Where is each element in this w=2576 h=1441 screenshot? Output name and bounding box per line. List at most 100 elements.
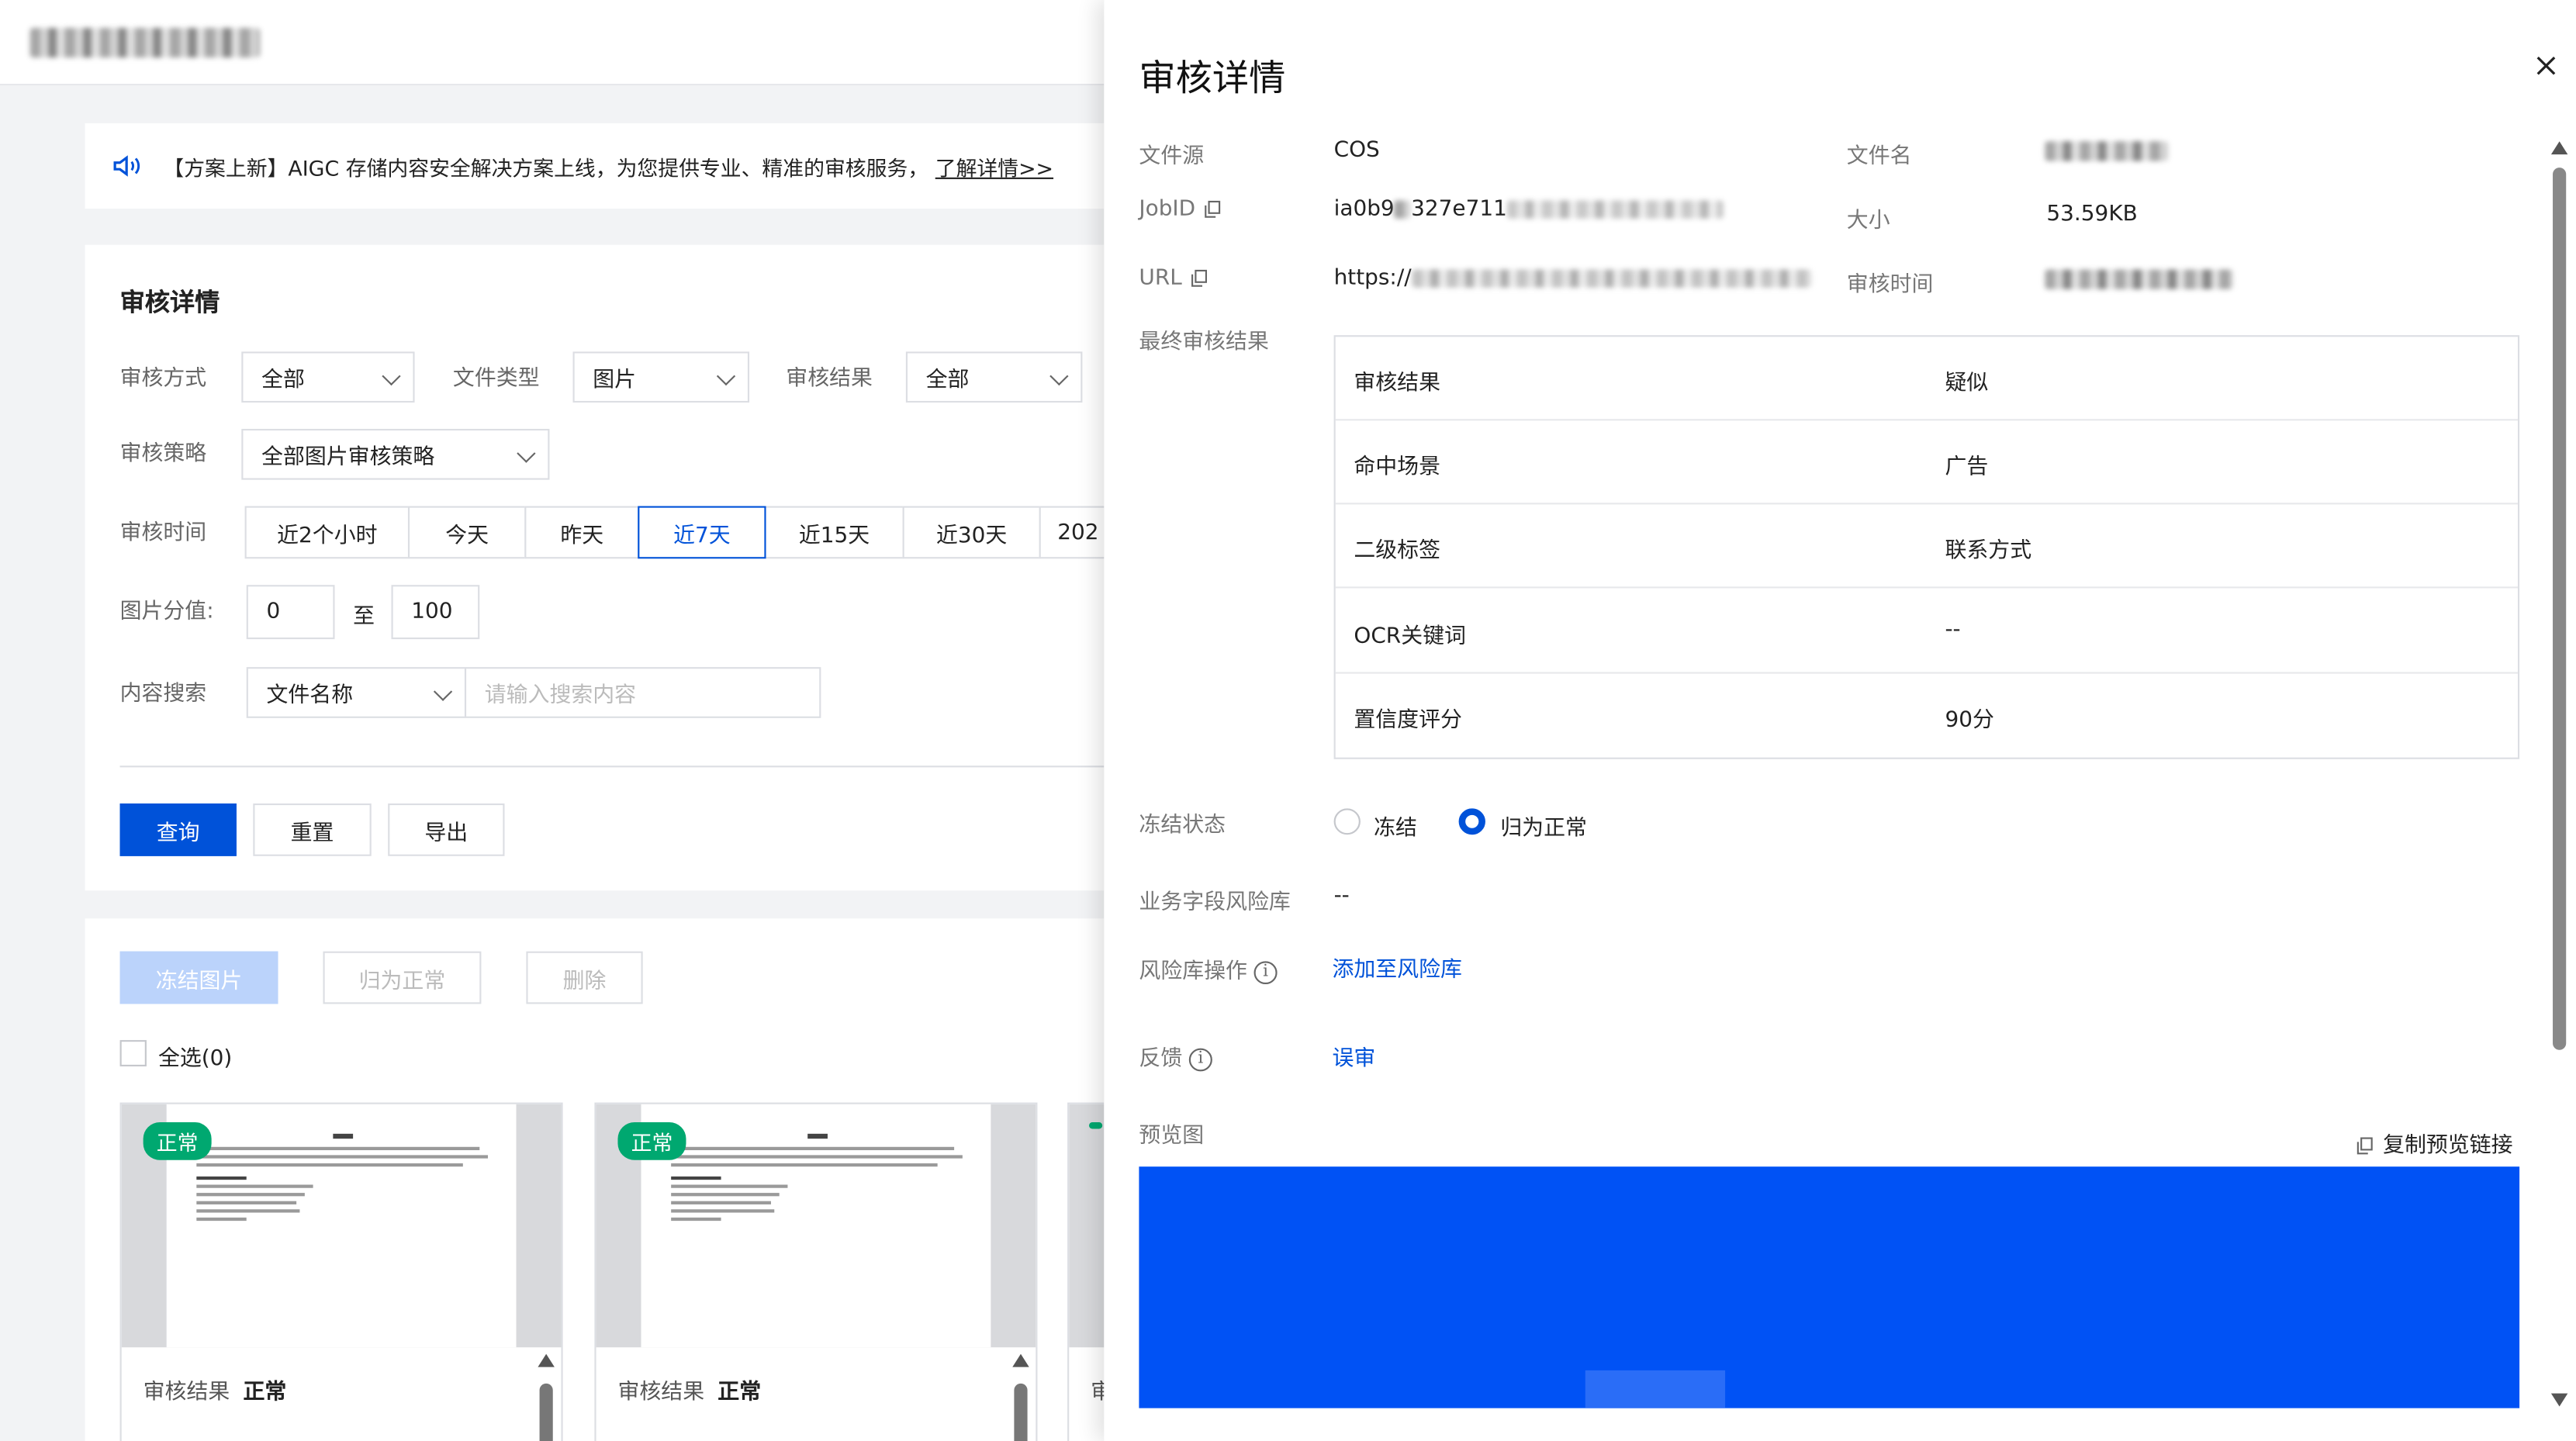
mark-normal-radio-label[interactable]: 归为正常 bbox=[1500, 810, 1587, 841]
review-time-label: 审核时间 bbox=[1846, 272, 1934, 298]
select-all-checkbox[interactable] bbox=[119, 1040, 147, 1066]
row-value: 联系方式 bbox=[1945, 538, 2032, 564]
freeze-radio[interactable] bbox=[1333, 808, 1361, 835]
score-max-input[interactable]: 100 bbox=[391, 585, 480, 640]
review-result-select[interactable]: 全部 bbox=[905, 351, 1083, 403]
time-option[interactable]: 昨天 bbox=[524, 506, 640, 559]
time-option-active[interactable]: 近7天 bbox=[638, 506, 766, 559]
time-label: 审核时间 bbox=[119, 520, 207, 546]
time-range-group: 近2个小时 今天 昨天 近7天 近15天 近30天 202 bbox=[244, 506, 1106, 559]
freeze-radio-label[interactable]: 冻结 bbox=[1374, 810, 1417, 841]
size-label: 大小 bbox=[1846, 209, 1890, 233]
copy-icon[interactable] bbox=[1191, 269, 1207, 287]
url-label: URL bbox=[1139, 266, 1207, 291]
score-label: 图片分值: bbox=[119, 600, 214, 625]
blurred-text bbox=[1411, 269, 1811, 288]
scroll-up-icon[interactable] bbox=[538, 1353, 555, 1367]
row-key: 命中场景 bbox=[1354, 454, 1441, 480]
file-type-select[interactable]: 图片 bbox=[572, 351, 750, 403]
jobid-value: ia0b9 327e711 bbox=[1334, 197, 1724, 222]
time-option[interactable]: 近15天 bbox=[764, 506, 904, 559]
strategy-select[interactable]: 全部图片审核策略 bbox=[241, 428, 550, 480]
row-value: 疑似 bbox=[1945, 371, 1989, 396]
image-card[interactable]: 正常 审核结果 正常 bbox=[594, 1102, 1038, 1441]
image-card[interactable]: 审 bbox=[1067, 1102, 1105, 1441]
query-button[interactable]: 查询 bbox=[119, 803, 237, 856]
blurred-text bbox=[1506, 200, 1724, 219]
info-icon[interactable]: i bbox=[1188, 1047, 1212, 1071]
copy-preview-link[interactable]: 复制预览链接 bbox=[2356, 1127, 2513, 1159]
misjudge-link[interactable]: 误审 bbox=[1332, 1040, 1375, 1072]
jobid-label-text: JobID bbox=[1139, 197, 1196, 223]
time-option[interactable]: 近2个小时 bbox=[244, 506, 410, 559]
result-label: 审核结果 bbox=[143, 1380, 230, 1405]
card-scrollbar[interactable] bbox=[1012, 1353, 1029, 1441]
freeze-images-button[interactable]: 冻结图片 bbox=[119, 951, 278, 1004]
url-value-start: https:// bbox=[1333, 266, 1412, 291]
file-source-value: COS bbox=[1333, 137, 1380, 163]
card-scrollbar[interactable] bbox=[538, 1353, 555, 1441]
reset-button[interactable]: 重置 bbox=[253, 803, 372, 856]
table-row: OCR关键词 -- bbox=[1335, 590, 2518, 674]
scroll-up-icon[interactable] bbox=[2550, 141, 2568, 155]
row-key: 二级标签 bbox=[1354, 538, 1441, 564]
chevron-down-icon bbox=[382, 367, 401, 386]
jobid-value-start: ia0b9 bbox=[1333, 197, 1395, 223]
time-option[interactable]: 今天 bbox=[407, 506, 527, 559]
results-panel: 冻结图片 归为正常 删除 全选(0) 正常 审核结果 正常 正常 审核结果 正常 bbox=[85, 918, 1105, 1441]
review-result-label: 审核结果 bbox=[786, 366, 873, 392]
divider bbox=[119, 765, 1105, 768]
row-value: -- bbox=[1945, 617, 1961, 643]
result-label: 审核结果 bbox=[617, 1380, 705, 1405]
result-table: 审核结果 疑似 命中场景 广告 二级标签 联系方式 OCR关键词 -- 置信度评分 90分 bbox=[1333, 335, 2520, 759]
status-badge: 正常 bbox=[143, 1122, 212, 1160]
row-value: 90分 bbox=[1945, 708, 1994, 733]
jobid-label: JobID bbox=[1139, 197, 1220, 222]
freeze-status-label: 冻结状态 bbox=[1139, 813, 1226, 838]
image-card[interactable]: 正常 审核结果 正常 bbox=[119, 1102, 563, 1441]
drawer-scrollbar[interactable] bbox=[2550, 141, 2570, 1407]
delete-button[interactable]: 删除 bbox=[526, 951, 643, 1004]
result-value: 正常 bbox=[243, 1380, 287, 1405]
mark-normal-radio[interactable] bbox=[1458, 808, 1485, 835]
search-field-select[interactable]: 文件名称 bbox=[246, 667, 467, 718]
review-result-value: 全部 bbox=[925, 368, 970, 393]
blurred-text bbox=[1394, 200, 1412, 219]
copy-icon[interactable] bbox=[1204, 200, 1220, 218]
file-type-label: 文件类型 bbox=[452, 366, 540, 392]
status-badge bbox=[1089, 1122, 1103, 1129]
time-option-custom[interactable]: 202 bbox=[1039, 506, 1106, 559]
close-icon[interactable] bbox=[2536, 56, 2557, 75]
score-min-input[interactable]: 0 bbox=[246, 585, 335, 640]
risk-lib-value: -- bbox=[1333, 883, 1350, 909]
learn-more-link[interactable]: 了解详情>> bbox=[935, 150, 1053, 181]
add-to-risk-lib-link[interactable]: 添加至风险库 bbox=[1332, 952, 1461, 983]
document-preview bbox=[166, 1104, 517, 1348]
card-result: 审 bbox=[1091, 1374, 1104, 1405]
table-row: 二级标签 联系方式 bbox=[1335, 504, 2518, 589]
result-value: 正常 bbox=[717, 1380, 762, 1405]
preview-label: 预览图 bbox=[1139, 1124, 1205, 1149]
scroll-thumb[interactable] bbox=[2553, 168, 2567, 1050]
risk-lib-label: 业务字段风险库 bbox=[1139, 890, 1291, 916]
image-thumbnail[interactable] bbox=[1069, 1104, 1105, 1348]
url-value[interactable]: https:// bbox=[1334, 266, 1811, 291]
mark-normal-button[interactable]: 归为正常 bbox=[323, 951, 482, 1004]
chevron-down-icon bbox=[716, 367, 736, 386]
export-button[interactable]: 导出 bbox=[388, 803, 505, 856]
search-input[interactable]: 请输入搜索内容 bbox=[464, 667, 821, 718]
review-method-select[interactable]: 全部 bbox=[241, 351, 415, 403]
copy-preview-link-text: 复制预览链接 bbox=[2383, 1133, 2513, 1159]
scroll-up-icon[interactable] bbox=[1012, 1353, 1029, 1367]
file-name-label: 文件名 bbox=[1846, 144, 1912, 170]
risk-op-label-text: 风险库操作 bbox=[1139, 959, 1247, 985]
time-option[interactable]: 近30天 bbox=[902, 506, 1041, 559]
risk-op-label: 风险库操作 i bbox=[1139, 953, 1278, 985]
info-icon[interactable]: i bbox=[1253, 960, 1278, 983]
scroll-down-icon[interactable] bbox=[2550, 1393, 2568, 1407]
top-bar bbox=[0, 0, 1105, 86]
copy-icon bbox=[2356, 1137, 2373, 1155]
drawer-title: 审核详情 bbox=[1139, 59, 1286, 101]
chevron-down-icon bbox=[433, 682, 453, 701]
review-method-value: 全部 bbox=[261, 368, 305, 393]
